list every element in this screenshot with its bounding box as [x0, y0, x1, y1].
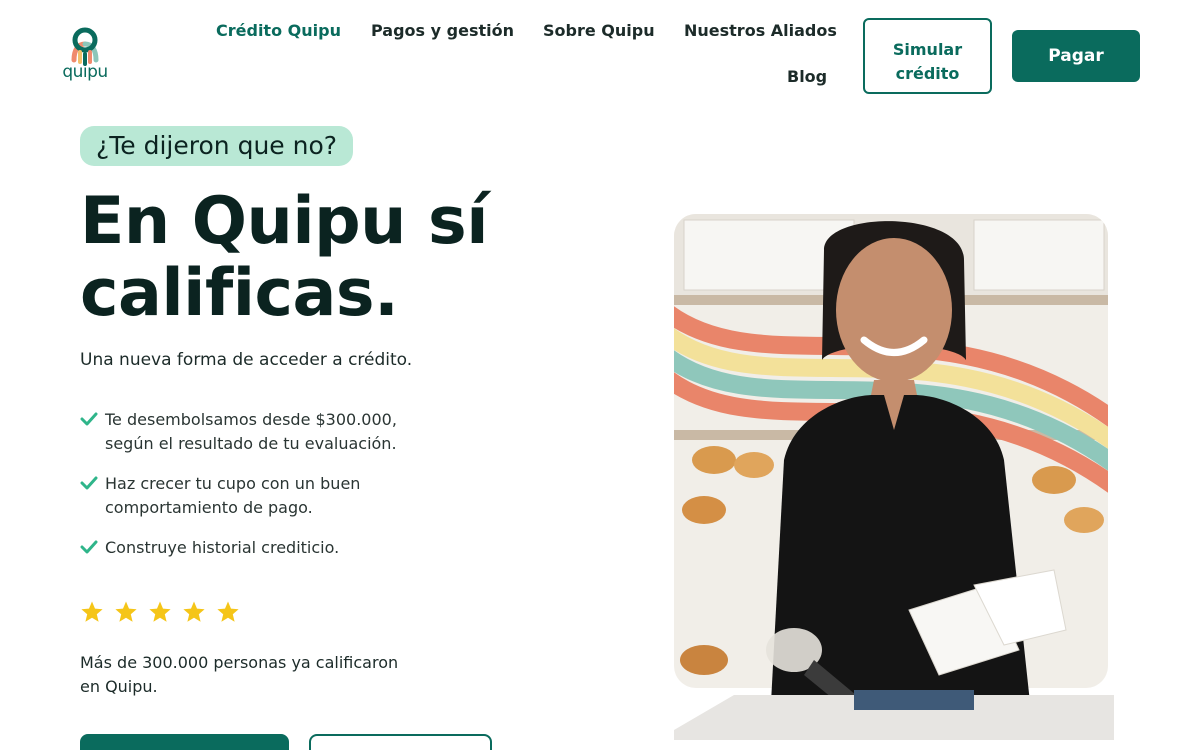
nav-pagos-gestion[interactable]: Pagos y gestión	[371, 21, 514, 40]
star-icon	[115, 601, 137, 622]
rating-stars	[80, 600, 240, 626]
primary-cta-button[interactable]	[80, 734, 289, 750]
nav-blog[interactable]: Blog	[787, 67, 827, 86]
secondary-cta-button[interactable]	[309, 734, 492, 750]
nav-nuestros-aliados[interactable]: Nuestros Aliados	[684, 21, 837, 40]
quipu-logo-icon	[71, 27, 99, 66]
social-proof-text: Más de 300.000 personas ya calificaron e…	[80, 653, 399, 696]
hero-headline: En Quipu sí calificas.	[80, 186, 520, 330]
star-icon	[149, 601, 171, 622]
quipu-logo[interactable]: quipu	[58, 26, 112, 86]
hero-subtitle: Una nueva forma de acceder a crédito.	[80, 350, 413, 370]
headline-line2: calificas.	[80, 256, 399, 331]
star-icon	[81, 601, 103, 622]
check-icon	[80, 412, 98, 426]
pay-button[interactable]: Pagar	[1012, 30, 1140, 82]
star-icon	[217, 601, 239, 622]
simulate-line1: Simular	[892, 40, 963, 59]
benefits-list: Te desembolsamos desde $300.000, según e…	[80, 408, 480, 560]
hero-photo	[674, 214, 1114, 740]
logo-wordmark: quipu	[62, 62, 108, 82]
benefit-item: Haz crecer tu cupo con un buen comportam…	[80, 472, 480, 520]
benefit-item: Construye historial crediticio.	[80, 536, 480, 560]
nav-sobre-quipu[interactable]: Sobre Quipu	[543, 21, 655, 40]
hero-pill: ¿Te dijeron que no?	[80, 126, 354, 166]
check-icon	[80, 476, 98, 490]
simulate-credit-button[interactable]: Simular crédito	[863, 18, 992, 94]
benefit-text: Te desembolsamos desde $300.000, según e…	[105, 410, 397, 453]
benefit-item: Te desembolsamos desde $300.000, según e…	[80, 408, 480, 456]
benefit-text: Construye historial crediticio.	[105, 538, 340, 557]
nav-credito-quipu[interactable]: Crédito Quipu	[216, 21, 341, 40]
headline-line1: En Quipu sí	[80, 184, 489, 259]
simulate-line2: crédito	[895, 64, 960, 83]
check-icon	[80, 540, 98, 554]
benefit-text: Haz crecer tu cupo con un buen comportam…	[105, 474, 361, 517]
star-icon	[183, 601, 205, 622]
